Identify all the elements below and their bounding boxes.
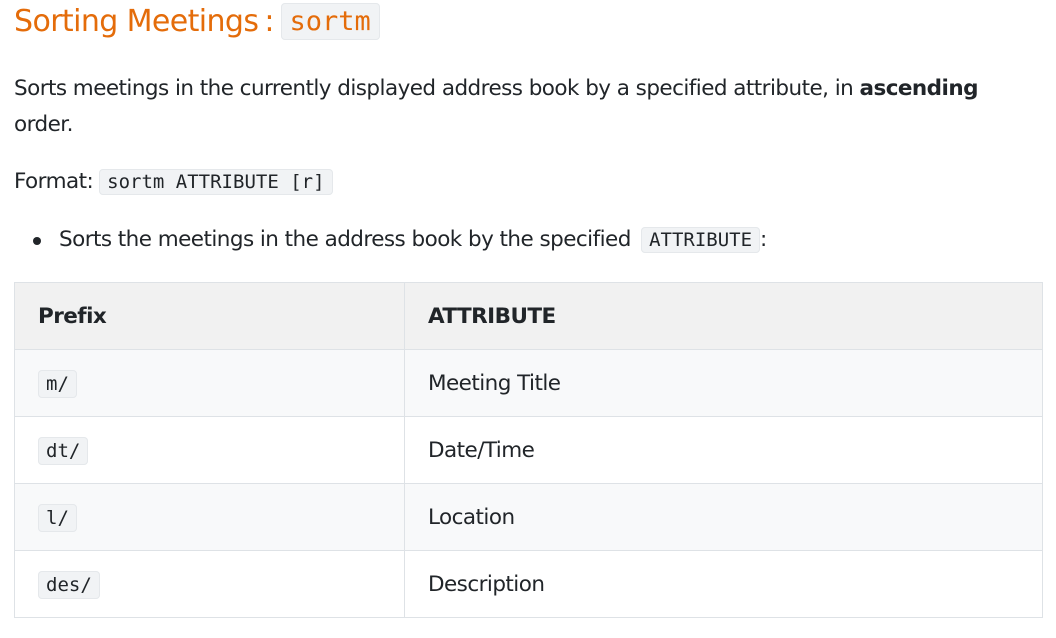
table-row: dt/ Date/Time bbox=[14, 416, 1043, 484]
bullet-code: ATTRIBUTE bbox=[641, 227, 761, 253]
table-row: l/ Location bbox=[14, 483, 1043, 551]
list-item: Sorts the meetings in the address book b… bbox=[14, 222, 767, 258]
column-header-attribute: ATTRIBUTE bbox=[404, 282, 1043, 350]
table-header-row: Prefix ATTRIBUTE bbox=[14, 282, 1043, 350]
prefix-code: m/ bbox=[38, 369, 77, 398]
heading-separator: : bbox=[264, 4, 275, 39]
attribute-cell: Meeting Title bbox=[404, 349, 1043, 417]
format-code: sortm ATTRIBUTE [r] bbox=[99, 169, 333, 195]
bullet-suffix: : bbox=[760, 227, 767, 252]
heading-title: Sorting Meetings bbox=[14, 4, 259, 39]
description-paragraph: Sorts meetings in the currently displaye… bbox=[14, 71, 1024, 143]
section-heading: Sorting Meetings: sortm bbox=[14, 2, 380, 43]
prefix-cell: dt/ bbox=[14, 416, 405, 484]
prefix-cell: l/ bbox=[14, 483, 405, 551]
prefix-cell: des/ bbox=[14, 550, 405, 618]
prefix-code: dt/ bbox=[38, 436, 89, 465]
description-text-start: Sorts meetings in the currently displaye… bbox=[14, 76, 860, 101]
prefix-code: des/ bbox=[38, 570, 100, 599]
format-label: Format: bbox=[14, 169, 94, 194]
format-line: Format: sortm ATTRIBUTE [r] bbox=[14, 164, 333, 200]
attribute-cell: Description bbox=[404, 550, 1043, 618]
column-header-prefix: Prefix bbox=[14, 282, 405, 350]
attribute-cell: Location bbox=[404, 483, 1043, 551]
bullet-list: Sorts the meetings in the address book b… bbox=[14, 222, 767, 258]
attribute-table: Prefix ATTRIBUTE m/ Meeting Title dt/ Da… bbox=[14, 282, 1043, 618]
prefix-code: l/ bbox=[38, 503, 77, 532]
description-bold-word: ascending bbox=[859, 76, 978, 101]
table-row: m/ Meeting Title bbox=[14, 349, 1043, 417]
description-text-end: order. bbox=[14, 112, 73, 137]
attribute-cell: Date/Time bbox=[404, 416, 1043, 484]
bullet-text: Sorts the meetings in the address book b… bbox=[59, 227, 638, 252]
bullet-dot-icon bbox=[33, 237, 41, 245]
heading-command-code: sortm bbox=[280, 3, 380, 40]
prefix-cell: m/ bbox=[14, 349, 405, 417]
table-row: des/ Description bbox=[14, 550, 1043, 618]
